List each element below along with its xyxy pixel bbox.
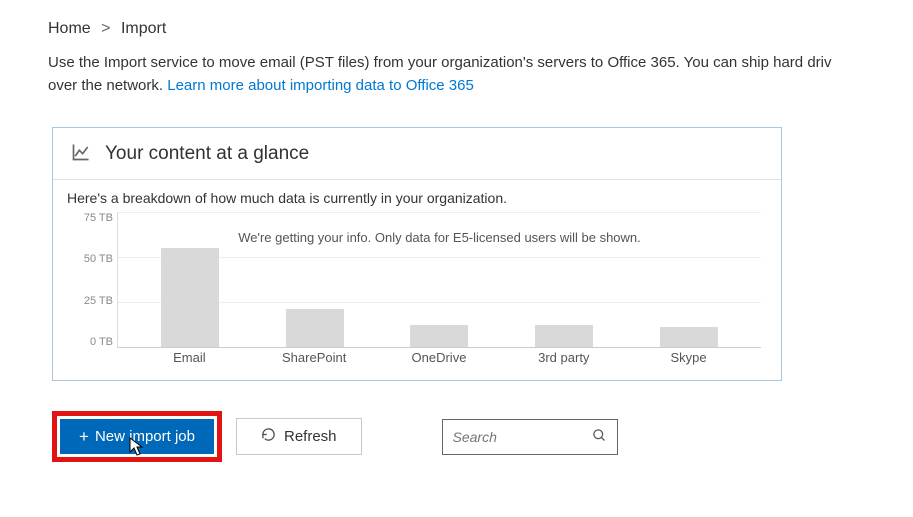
search-input[interactable] <box>453 429 573 445</box>
x-label: 3rd party <box>519 350 609 372</box>
content-glance-panel: Your content at a glance Here's a breakd… <box>52 127 782 381</box>
y-tick: 75 TB <box>69 212 113 224</box>
bar <box>410 325 468 347</box>
page-description: Use the Import service to move email (PS… <box>48 52 913 97</box>
search-box[interactable] <box>442 419 618 455</box>
refresh-button[interactable]: Refresh <box>236 418 362 455</box>
panel-title: Your content at a glance <box>105 143 309 165</box>
y-axis: 75 TB 50 TB 25 TB 0 TB <box>69 212 113 372</box>
new-import-job-button[interactable]: + New import job <box>60 419 214 454</box>
bar <box>161 248 219 347</box>
panel-subtext: Here's a breakdown of how much data is c… <box>67 190 771 206</box>
toolbar: + New import job Refresh <box>52 411 913 462</box>
chart-icon <box>71 142 91 165</box>
y-tick: 0 TB <box>69 336 113 348</box>
plus-icon: + <box>79 428 89 445</box>
x-label: SharePoint <box>269 350 359 372</box>
breadcrumb-current: Import <box>121 20 166 37</box>
bar <box>660 327 718 347</box>
bar <box>535 325 593 347</box>
description-text-line2: over the network. <box>48 77 167 94</box>
refresh-label: Refresh <box>284 428 337 445</box>
chart: 75 TB 50 TB 25 TB 0 TB We're getting you… <box>117 212 761 372</box>
breadcrumb: Home > Import <box>48 20 913 38</box>
x-label: Skype <box>644 350 734 372</box>
x-label: OneDrive <box>394 350 484 372</box>
y-tick: 25 TB <box>69 295 113 307</box>
search-icon <box>592 428 607 446</box>
new-import-label: New import job <box>95 428 195 445</box>
description-text-line1: Use the Import service to move email (PS… <box>48 54 832 71</box>
plot-area: We're getting your info. Only data for E… <box>117 212 761 348</box>
breadcrumb-home[interactable]: Home <box>48 20 91 37</box>
x-label: Email <box>144 350 234 372</box>
bar <box>286 309 344 347</box>
y-tick: 50 TB <box>69 253 113 265</box>
refresh-icon <box>261 427 276 446</box>
breadcrumb-separator: > <box>101 20 110 37</box>
learn-more-link[interactable]: Learn more about importing data to Offic… <box>167 77 474 94</box>
panel-header: Your content at a glance <box>53 128 781 180</box>
annotation-highlight: + New import job <box>52 411 222 462</box>
